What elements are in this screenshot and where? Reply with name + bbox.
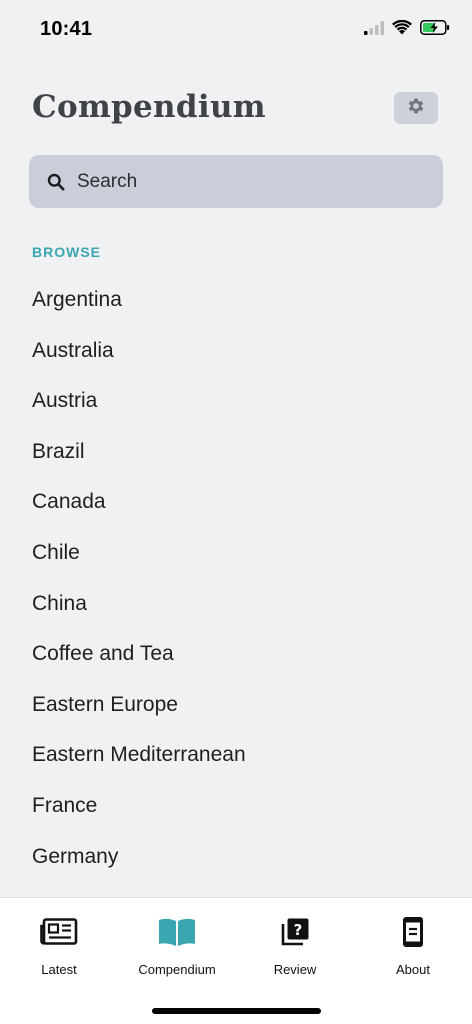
list-item[interactable]: France (0, 781, 472, 832)
list-item[interactable]: Canada (0, 477, 472, 528)
section-label-browse: BROWSE (32, 244, 101, 260)
list-item[interactable]: Germany (0, 832, 472, 883)
list-item[interactable]: Eastern Europe (0, 680, 472, 731)
list-item[interactable]: Chile (0, 528, 472, 579)
search-input[interactable] (77, 170, 417, 193)
phone-document-icon (402, 916, 424, 953)
list-item[interactable]: Coffee and Tea (0, 629, 472, 680)
battery-charging-icon (420, 20, 450, 40)
tab-compendium[interactable]: Compendium (118, 916, 236, 977)
status-bar: 10:41 (0, 0, 472, 62)
newspaper-icon (40, 917, 78, 951)
browse-list: Argentina Australia Austria Brazil Canad… (0, 275, 472, 882)
tab-label: Latest (41, 962, 77, 977)
search-icon (47, 173, 65, 191)
tab-about[interactable]: About (354, 916, 472, 977)
home-indicator[interactable] (152, 1008, 321, 1014)
status-icons (364, 19, 450, 40)
tab-latest[interactable]: Latest (0, 916, 118, 977)
question-cards-icon: ? (280, 917, 310, 952)
gear-icon (406, 96, 426, 121)
page-title: Compendium (32, 89, 266, 125)
list-item[interactable]: Brazil (0, 427, 472, 478)
list-item[interactable]: Australia (0, 326, 472, 377)
open-book-icon (158, 917, 196, 952)
svg-text:?: ? (294, 921, 303, 939)
settings-button[interactable] (394, 92, 438, 124)
header: Compendium (32, 86, 440, 132)
list-item[interactable]: China (0, 579, 472, 630)
tab-label: Review (273, 962, 317, 977)
wifi-icon (392, 19, 412, 40)
tab-bar: Latest Compendium ? Review About (0, 897, 472, 1024)
tab-label: About (396, 962, 430, 977)
list-item[interactable]: Argentina (0, 275, 472, 326)
list-item[interactable]: Austria (0, 376, 472, 427)
search-bar[interactable] (29, 155, 443, 208)
status-time: 10:41 (40, 18, 93, 40)
list-item[interactable]: Eastern Mediterranean (0, 730, 472, 781)
tab-label: Compendium (138, 962, 216, 977)
tab-review[interactable]: ? Review (236, 916, 354, 977)
signal-icon (364, 20, 384, 40)
